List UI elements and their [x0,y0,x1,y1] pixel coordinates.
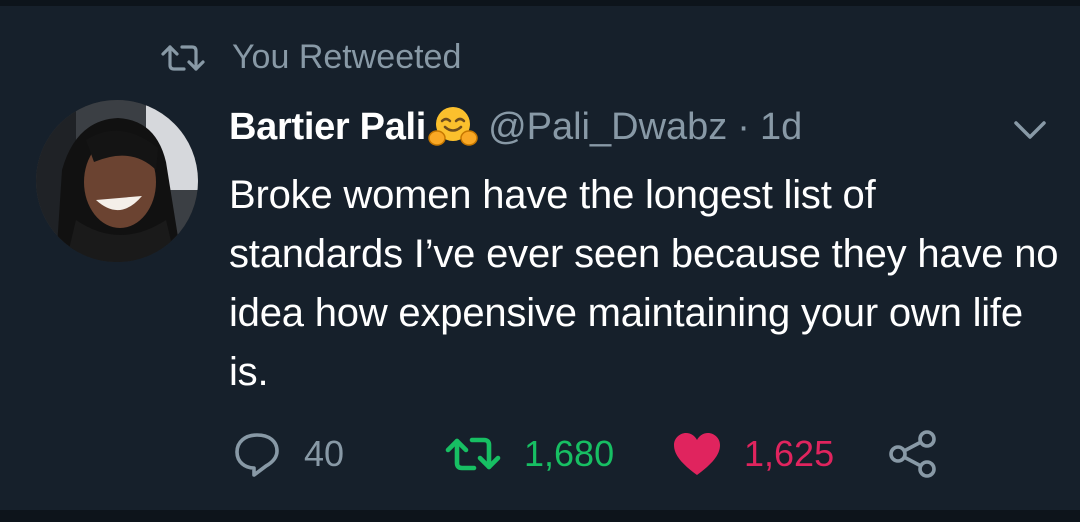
retweet-button[interactable]: 1,680 [444,426,614,482]
chevron-down-icon[interactable] [1012,118,1048,142]
display-name[interactable]: Bartier Pali [229,106,426,149]
retweet-icon [445,437,501,471]
share-icon [889,430,936,478]
tweet-card[interactable]: You Retweeted Bartier Pali @Pali_Dwabz ·… [0,0,1080,522]
retweet-context-label: You Retweeted [232,38,462,76]
like-button[interactable]: 1,625 [672,426,834,482]
share-button[interactable] [888,426,938,482]
meta-separator: · [737,105,750,148]
avatar[interactable] [36,100,198,262]
tweet-header: Bartier Pali @Pali_Dwabz · 1d [229,104,802,150]
tweet-timestamp[interactable]: 1d [760,106,802,149]
reply-button[interactable]: 40 [232,426,344,482]
retweet-context: You Retweeted [160,38,461,77]
reply-count: 40 [304,433,345,474]
handle[interactable]: @Pali_Dwabz [488,106,727,149]
retweet-count: 1,680 [524,433,615,474]
tweet-actions: 40 1,680 1,625 [232,426,1012,482]
retweet-icon [161,44,205,71]
avatar-photo [36,100,198,262]
reply-icon [235,433,279,477]
like-count: 1,625 [744,433,835,474]
heart-icon [674,433,720,475]
tweet-text: Broke women have the longest list of sta… [229,173,1059,394]
hugging-face-emoji-icon [428,107,478,146]
